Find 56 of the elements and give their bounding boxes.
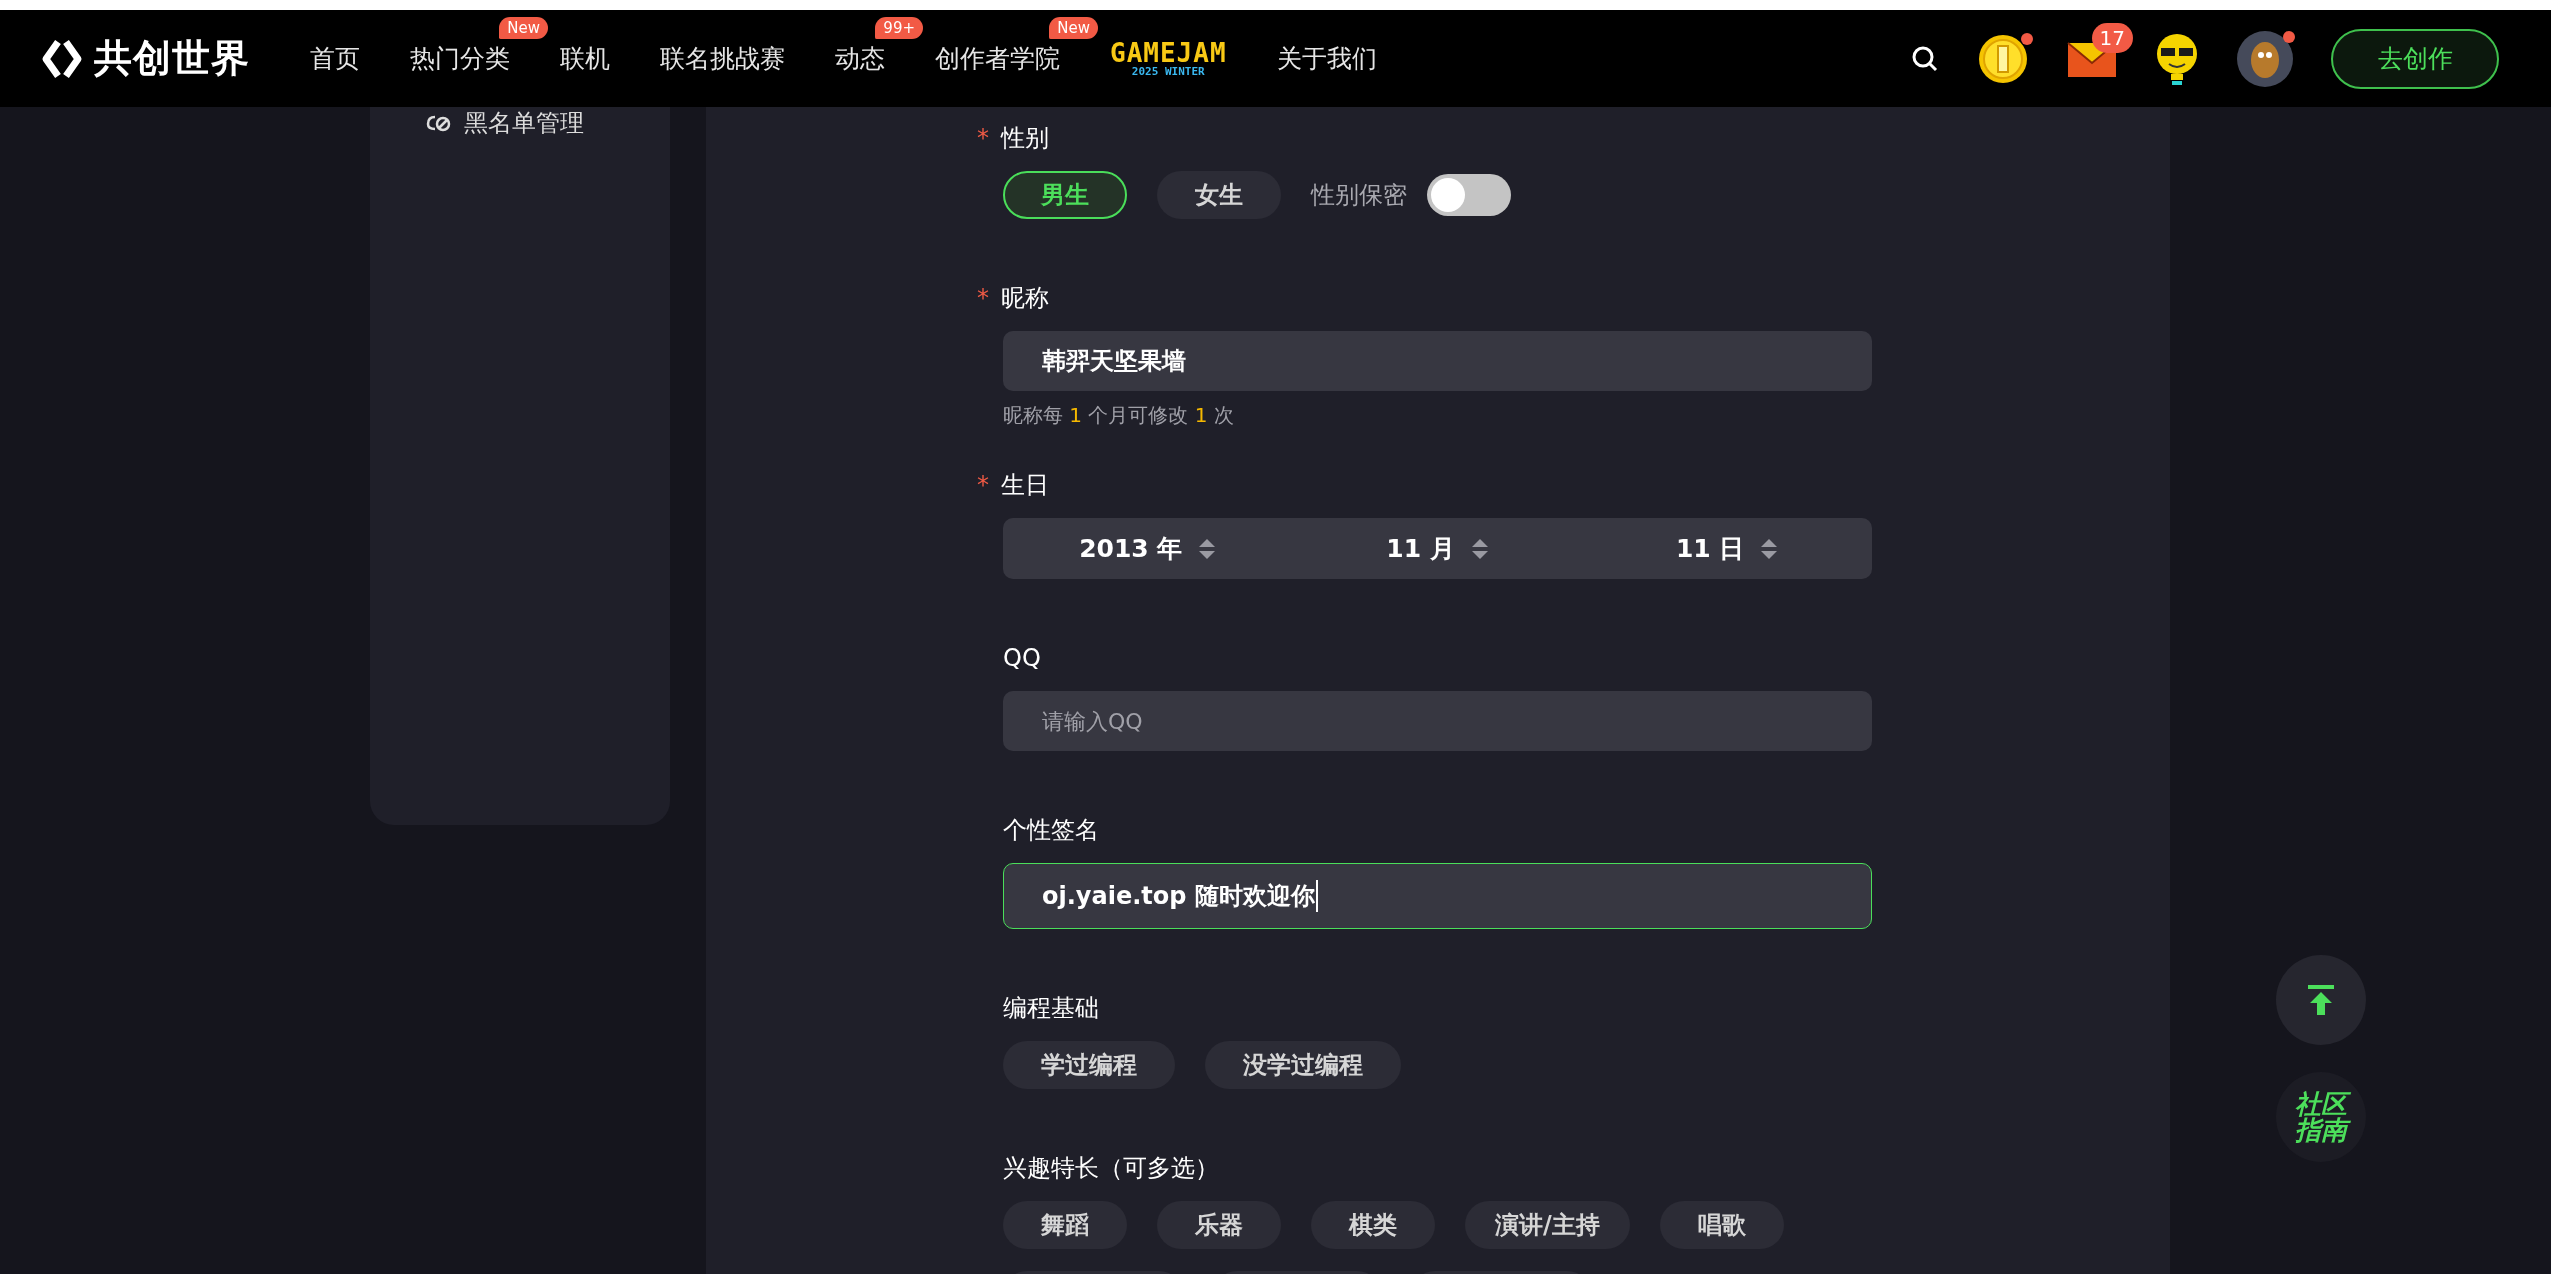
nickname-field[interactable]: 韩羿天坚果墙 [1003, 331, 1872, 391]
sidebar-item[interactable]: 黑名单管理 [464, 107, 584, 139]
block-icon [426, 113, 452, 133]
create-button[interactable]: 去创作 [2331, 28, 2499, 89]
date-value[interactable]: 11 日 [1675, 532, 1745, 565]
field-label: 兴趣特长（可多选） [1003, 1154, 1219, 1182]
field-label: 昵称 [1001, 284, 1049, 312]
option-chip[interactable]: 唱歌 [1659, 1201, 1784, 1249]
new-badge: 99+ [875, 17, 923, 39]
option-chip[interactable]: 舞蹈 [1003, 1201, 1127, 1249]
field-label: 生日 [1001, 471, 1049, 499]
search-icon[interactable] [1911, 44, 1939, 73]
nav-link[interactable]: 关于我们 [1276, 42, 1377, 75]
event-logo[interactable]: GAMEJAM 2025 WINTER [1110, 40, 1227, 77]
gender-option[interactable]: 女生 [1157, 171, 1281, 219]
new-badge: New [499, 17, 548, 39]
nav-link[interactable]: 联名挑战赛 [660, 42, 785, 75]
coin-icon[interactable] [1977, 32, 2029, 85]
date-value[interactable]: 2013 年 [1079, 532, 1183, 565]
field-label: 性别 [1001, 124, 1049, 152]
nav-link[interactable]: 动态 [835, 42, 885, 75]
new-badge: New [1049, 17, 1098, 39]
avatar-icon[interactable] [2237, 30, 2293, 87]
nav-link[interactable]: 联机 [560, 42, 610, 75]
toggle-switch[interactable] [1427, 174, 1511, 216]
sort-icon[interactable] [1470, 536, 1489, 561]
sort-icon[interactable] [1198, 536, 1217, 561]
option-chip[interactable]: 棋类 [1311, 1201, 1435, 1249]
option-chip[interactable]: 演讲/主持 [1465, 1201, 1630, 1249]
count-badge: 17 [2091, 22, 2133, 53]
brand-name: 共创世界 [94, 35, 250, 82]
option-chip[interactable]: 没学过编程 [1205, 1041, 1401, 1089]
signature-field[interactable]: oj.yaie.top 随时欢迎你 [1003, 863, 1872, 929]
toggle-label: 性别保密 [1311, 180, 1407, 211]
hint-text: 昵称每 1 个月可修改 1 次 [1003, 403, 1235, 427]
arrow-up-icon [2305, 983, 2337, 1017]
option-chip[interactable]: 学过编程 [1003, 1041, 1175, 1089]
field-label: QQ [1003, 644, 1041, 672]
field-label: 编程基础 [1003, 994, 1099, 1022]
required-mark: * [977, 124, 989, 152]
nav-link[interactable]: 首页 [310, 42, 360, 75]
logo-icon [40, 38, 84, 79]
nav-link[interactable]: 热门分类 [410, 42, 510, 75]
option-chip[interactable]: 乐器 [1157, 1201, 1281, 1249]
field-label: 个性签名 [1003, 816, 1099, 844]
sort-icon[interactable] [1760, 536, 1779, 561]
qq-field[interactable]: 请输入QQ [1003, 691, 1872, 751]
required-mark: * [977, 284, 989, 312]
nav-link[interactable]: 创作者学院 [935, 42, 1060, 75]
community-guide-button[interactable]: 社区指南 [2276, 1072, 2366, 1162]
date-value[interactable]: 11 月 [1386, 532, 1455, 565]
required-mark: * [977, 471, 989, 499]
notification-dot [2283, 30, 2295, 43]
notification-dot [2021, 32, 2033, 45]
lightbulb-icon[interactable] [2155, 31, 2199, 86]
gender-option[interactable]: 男生 [1003, 171, 1127, 219]
